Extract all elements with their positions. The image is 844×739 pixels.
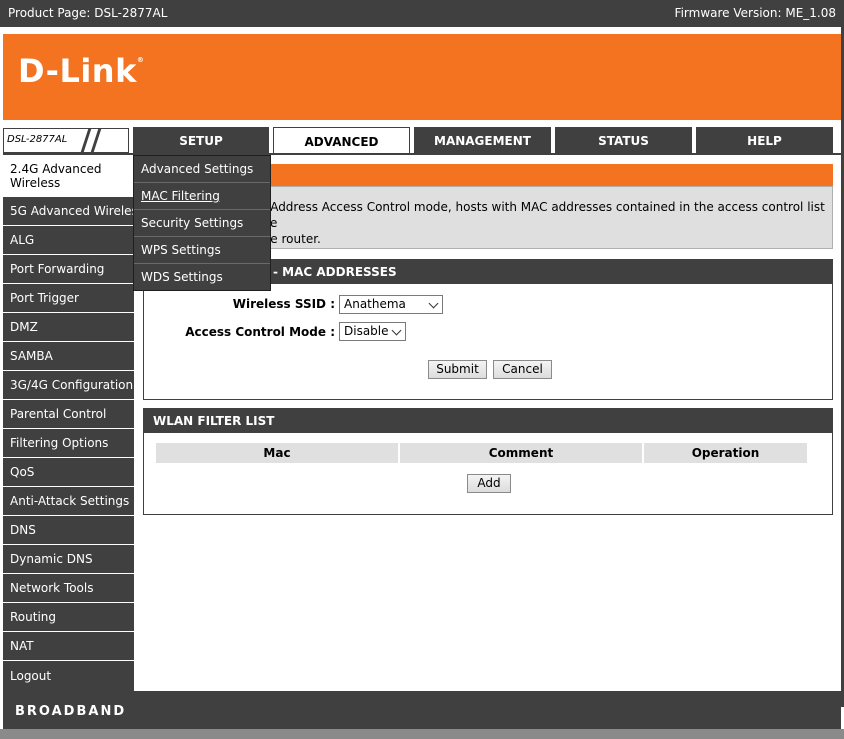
model-name: DSL-2877AL [7,134,68,145]
footer: BROADBAND [3,691,841,729]
column-header-operation: Operation [644,443,807,463]
sidebar-item-2-4g-advanced-wireless[interactable]: 2.4G Advanced Wireless [3,155,134,197]
tab-management[interactable]: MANAGEMENT [414,127,551,154]
wireless-ssid-select[interactable]: Anathema [339,295,443,314]
access-control-mode-value: Disable [344,324,389,338]
sidebar-item-dmz[interactable]: DMZ [3,313,134,342]
sidebar-item-logout[interactable]: Logout [3,661,134,691]
wireless-ssid-value: Anathema [344,297,406,311]
sidebar-item-3g-4g-configuration[interactable]: 3G/4G Configuration [3,371,134,400]
wireless-ssid-label: Wireless SSID : [232,297,335,311]
chevron-down-icon [428,298,439,309]
sidebar-item-parental-control[interactable]: Parental Control [3,400,134,429]
sidebar-item-network-tools[interactable]: Network Tools [3,574,134,603]
model-badge: DSL-2877AL [3,128,129,153]
footer-broadband-label: BROADBAND [15,704,127,719]
sidebar: 2.4G Advanced Wireless 5G Advanced Wirel… [3,155,134,691]
sidebar-item-samba[interactable]: SAMBA [3,342,134,371]
tab-status[interactable]: STATUS [555,127,692,154]
add-button[interactable]: Add [467,474,511,493]
product-page-label: Product Page: DSL-2877AL [8,6,168,20]
dlink-logo: D-Link® [18,52,144,90]
tab-help[interactable]: HELP [696,127,833,154]
chevron-down-icon [391,325,402,336]
sidebar-item-routing[interactable]: Routing [3,603,134,632]
firmware-version-label: Firmware Version: ME_1.08 [674,6,836,20]
sidebar-item-nat[interactable]: NAT [3,632,134,661]
sidebar-item-anti-attack-settings[interactable]: Anti-Attack Settings [3,487,134,516]
submenu-item-wds-settings[interactable]: WDS Settings [134,264,270,291]
sidebar-item-port-trigger[interactable]: Port Trigger [3,284,134,313]
submenu-item-mac-filtering[interactable]: MAC Filtering [134,183,270,210]
logo-text: D-Link [18,52,137,90]
submit-button[interactable]: Submit [428,360,487,379]
access-control-mode-select[interactable]: Disable [339,322,406,341]
mac-panel-title-text: - MAC ADDRESSES [273,265,397,279]
submenu-item-security-settings[interactable]: Security Settings [134,210,270,237]
tab-advanced[interactable]: ADVANCED [273,127,410,154]
info-text-line-2: the router. [258,232,321,246]
column-header-mac: Mac [156,443,398,463]
sidebar-item-port-forwarding[interactable]: Port Forwarding [3,255,134,284]
sidebar-item-qos[interactable]: QoS [3,458,134,487]
top-bar: Product Page: DSL-2877AL Firmware Versio… [0,0,844,27]
cancel-button[interactable]: Cancel [493,360,552,379]
wlan-panel-title: WLAN FILTER LIST [144,409,832,433]
bottom-strip [0,729,844,739]
info-text-line-1: C Address Access Control mode, hosts wit… [258,200,825,230]
column-header-comment: Comment [400,443,642,463]
sidebar-item-dynamic-dns[interactable]: Dynamic DNS [3,545,134,574]
submenu-item-advanced-settings[interactable]: Advanced Settings [134,156,270,183]
wireless-submenu: Advanced Settings MAC Filtering Security… [133,155,271,291]
submenu-item-wps-settings[interactable]: WPS Settings [134,237,270,264]
sidebar-item-alg[interactable]: ALG [3,226,134,255]
sidebar-item-dns[interactable]: DNS [3,516,134,545]
sidebar-item-filtering-options[interactable]: Filtering Options [3,429,134,458]
slash-decoration [88,129,103,152]
tab-setup[interactable]: SETUP [133,127,269,154]
registered-mark: ® [136,56,145,64]
sidebar-item-5g-advanced-wireless[interactable]: 5G Advanced Wireless [3,197,134,226]
access-control-mode-label: Access Control Mode : [185,325,335,339]
